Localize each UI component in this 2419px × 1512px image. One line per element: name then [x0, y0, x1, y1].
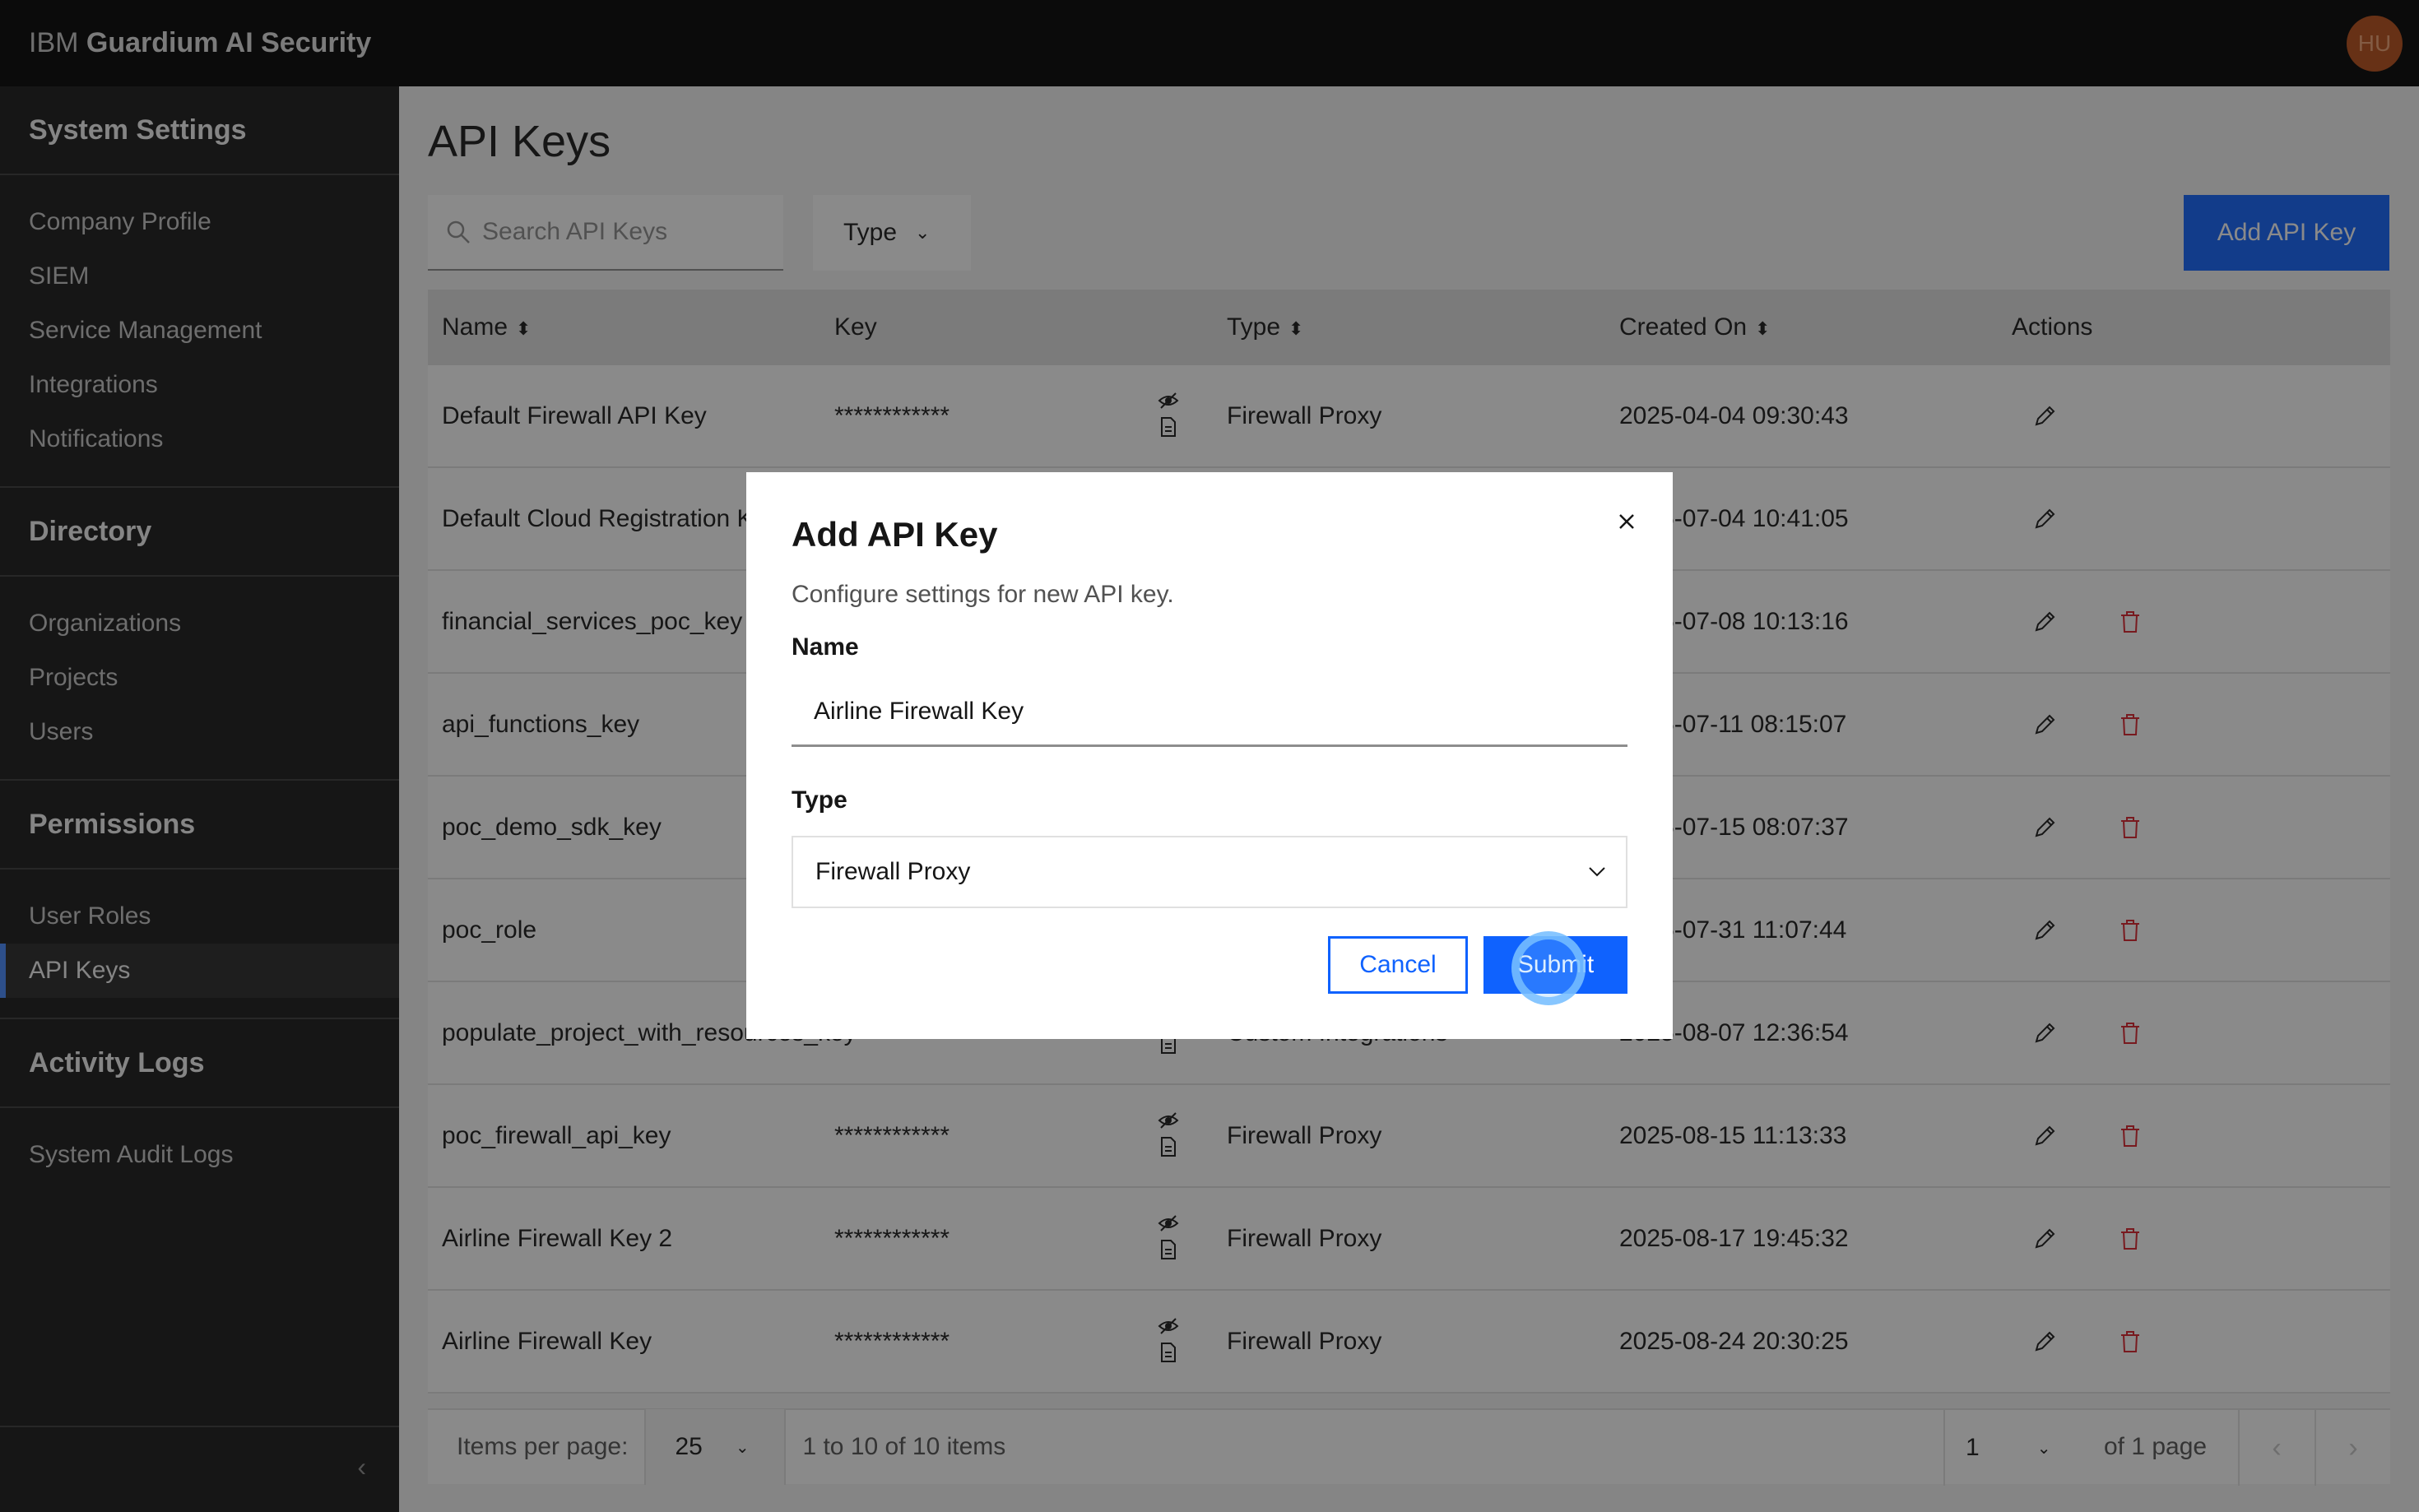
type-field-label: Type: [792, 786, 847, 814]
modal-title: Add API Key: [792, 515, 998, 554]
click-indicator: [1511, 931, 1586, 1005]
chevron-down-icon: [1589, 867, 1605, 877]
name-field-label: Name: [792, 633, 859, 661]
type-select-value: Firewall Proxy: [815, 858, 971, 885]
add-api-key-modal: Add API Key Configure settings for new A…: [746, 472, 1673, 1039]
cancel-button[interactable]: Cancel: [1328, 936, 1468, 994]
name-input[interactable]: [792, 678, 1627, 747]
close-icon[interactable]: [1610, 505, 1643, 538]
modal-description: Configure settings for new API key.: [792, 581, 1174, 608]
type-select[interactable]: Firewall Proxy: [792, 836, 1627, 908]
